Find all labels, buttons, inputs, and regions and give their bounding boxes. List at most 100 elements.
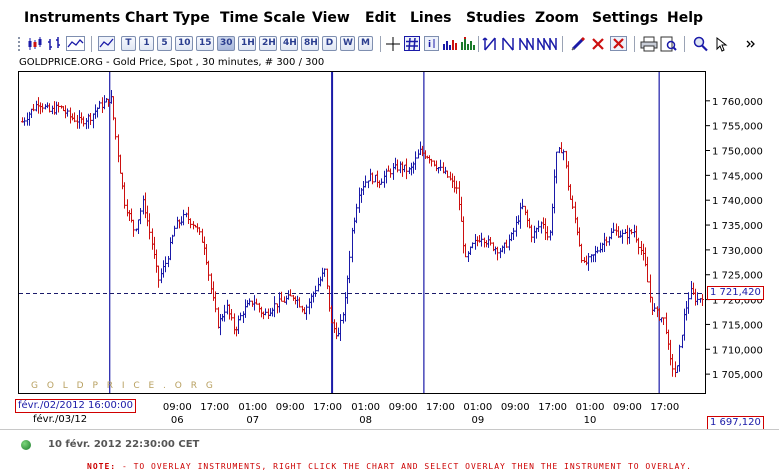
ohlc-bar xyxy=(298,297,301,308)
overflow-chevron-icon[interactable] xyxy=(744,36,758,51)
price-info-icon[interactable]: i xyxy=(424,36,440,51)
period-d-button[interactable]: D xyxy=(322,36,337,51)
print-preview-icon[interactable] xyxy=(660,36,678,52)
crosshair-icon[interactable] xyxy=(385,36,401,51)
ohlc-bar xyxy=(626,225,629,245)
ohlc-bar xyxy=(580,243,583,263)
ohlc-bar xyxy=(248,298,251,306)
period-10-button[interactable]: 10 xyxy=(175,36,193,51)
price-chart[interactable]: G O L D P R I C E . O R G xyxy=(18,71,706,394)
ohlc-bar xyxy=(358,187,361,213)
pen-icon[interactable] xyxy=(570,36,586,51)
svg-text:i: i xyxy=(428,40,431,50)
grid-icon[interactable] xyxy=(404,36,421,51)
ohlc-bar xyxy=(410,162,413,176)
print-icon[interactable] xyxy=(640,36,658,52)
ohlc-bar xyxy=(399,161,402,174)
toolbar-separator xyxy=(562,36,563,52)
menu-help[interactable]: Help xyxy=(667,10,703,26)
pointer-icon[interactable] xyxy=(714,36,730,52)
period-1h-button[interactable]: 1H xyxy=(238,36,256,51)
ohlc-bar xyxy=(217,307,220,329)
ohlc-bar xyxy=(603,232,606,252)
period-5-button[interactable]: 5 xyxy=(157,36,172,51)
indicator-icon[interactable] xyxy=(460,36,476,51)
zoom-icon[interactable] xyxy=(692,36,710,52)
area-chart-icon[interactable] xyxy=(98,36,116,51)
line-chart-icon[interactable] xyxy=(66,36,86,51)
menu-instruments[interactable]: Instruments xyxy=(24,10,120,26)
ohlc-bar xyxy=(467,251,470,263)
ohlc-bar xyxy=(553,169,556,214)
period-2h-button[interactable]: 2H xyxy=(259,36,277,51)
y-tick-label: 1 735,000 xyxy=(712,221,763,232)
ohlc-bar xyxy=(71,113,74,121)
ohlc-bar xyxy=(308,298,311,315)
watermark-text: G O L D P R I C E . O R G xyxy=(31,381,216,391)
delete-all-icon[interactable] xyxy=(610,36,628,51)
ohlc-bar xyxy=(289,289,292,297)
menu-view[interactable]: View xyxy=(312,10,350,26)
ohlc-bar xyxy=(610,228,613,240)
menu-settings[interactable]: Settings xyxy=(592,10,658,26)
period-w-button[interactable]: W xyxy=(340,36,355,51)
menu-chart-type[interactable]: Chart Type xyxy=(125,10,210,26)
channel-icon[interactable] xyxy=(518,36,534,51)
menu-lines[interactable]: Lines xyxy=(410,10,452,26)
ohlc-bar xyxy=(344,292,347,322)
ohlc-bar xyxy=(78,110,81,129)
period-4h-button[interactable]: 4H xyxy=(280,36,298,51)
period-t-button[interactable]: T xyxy=(121,36,136,51)
menu-edit[interactable]: Edit xyxy=(365,10,396,26)
price-chart-svg[interactable]: G O L D P R I C E . O R G xyxy=(19,72,705,393)
trendline-up-icon[interactable] xyxy=(482,36,498,51)
candlestick-icon[interactable] xyxy=(27,36,45,51)
ohlc-bar-icon[interactable] xyxy=(46,36,64,51)
menu-zoom[interactable]: Zoom xyxy=(535,10,579,26)
ohlc-bar xyxy=(694,288,697,306)
ohlc-bar xyxy=(439,159,442,171)
ohlc-bar xyxy=(474,234,477,250)
ohlc-bar xyxy=(594,245,597,263)
ohlc-bar xyxy=(392,162,395,180)
ohlc-bar xyxy=(364,175,367,188)
menu-studies[interactable]: Studies xyxy=(466,10,525,26)
ohlc-bar xyxy=(605,236,608,247)
ohlc-bar xyxy=(687,292,690,314)
ohlc-bar xyxy=(121,172,124,190)
trendline-down-icon[interactable] xyxy=(500,36,516,51)
ohlc-bar xyxy=(396,159,399,173)
day-label: 09 xyxy=(471,415,484,426)
ohlc-bar xyxy=(55,101,58,115)
period-8h-button[interactable]: 8H xyxy=(301,36,319,51)
period-30-button[interactable]: 30 xyxy=(217,36,235,51)
ohlc-bar xyxy=(37,97,40,114)
y-tick-label: 1 725,000 xyxy=(712,271,763,282)
toolbar-separator xyxy=(380,36,381,52)
ohlc-bar xyxy=(458,181,461,211)
ohlc-bar xyxy=(258,302,261,313)
ohlc-bar xyxy=(105,97,108,103)
price-axis[interactable]: 1 705,000 1 710,000 1 715,000 1 720,000 1 72… xyxy=(706,71,776,394)
ohlc-bar xyxy=(628,227,631,244)
period-m-button[interactable]: M xyxy=(358,36,373,51)
ohlc-bar xyxy=(555,151,558,184)
x-tick-label: 17:00 xyxy=(426,402,455,413)
menu-time-scale[interactable]: Time Scale xyxy=(220,10,305,26)
ohlc-bar xyxy=(496,246,499,261)
y-tick-label: 1 710,000 xyxy=(712,345,763,356)
ohlc-bar xyxy=(544,218,547,241)
delete-icon[interactable] xyxy=(590,36,606,51)
ohlc-bar xyxy=(505,239,508,248)
note-text: - TO OVERLAY INSTRUMENTS, RIGHT CLICK TH… xyxy=(121,462,692,471)
ohlc-bar xyxy=(223,304,226,322)
fibonacci-icon[interactable] xyxy=(536,36,558,51)
period-1-button[interactable]: 1 xyxy=(139,36,154,51)
ohlc-bar xyxy=(444,166,447,175)
ohlc-bar xyxy=(57,102,60,113)
ohlc-bar xyxy=(442,162,445,174)
volume-icon[interactable] xyxy=(442,36,458,51)
period-15-button[interactable]: 15 xyxy=(196,36,214,51)
x-tick-label: 01:00 xyxy=(238,402,267,413)
ohlc-bar xyxy=(649,274,652,303)
